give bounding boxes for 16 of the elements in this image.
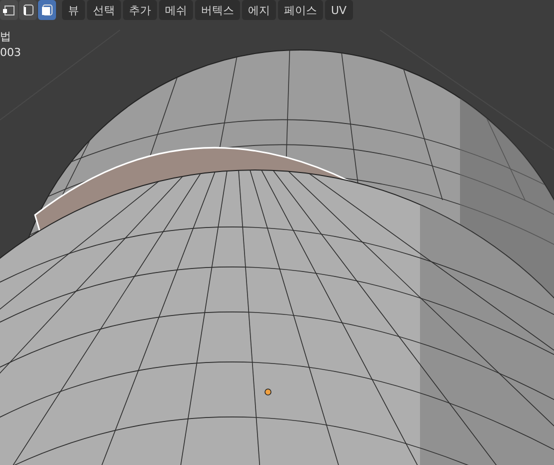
menu-item[interactable]: 에지 — [242, 0, 276, 20]
face-select-icon — [41, 4, 53, 16]
select-mode-button[interactable] — [19, 0, 37, 20]
select-mode-button[interactable] — [38, 0, 56, 20]
menu-item[interactable]: 추가 — [123, 0, 157, 20]
menu-item[interactable]: 메쉬 — [159, 0, 193, 20]
viewport-info-text: 법 — [0, 30, 12, 44]
edge-select-icon — [22, 4, 34, 16]
vertex-select-icon — [3, 4, 15, 16]
select-mode-button[interactable] — [0, 0, 18, 20]
menu-item[interactable]: 선택 — [87, 0, 121, 20]
menu-item[interactable]: 버텍스 — [195, 0, 240, 20]
viewport-info-text: 003 — [0, 46, 21, 60]
menu-item[interactable]: 뷰 — [62, 0, 85, 20]
menu-item[interactable]: 페이스 — [278, 0, 323, 20]
menu-item[interactable]: UV — [325, 0, 353, 20]
